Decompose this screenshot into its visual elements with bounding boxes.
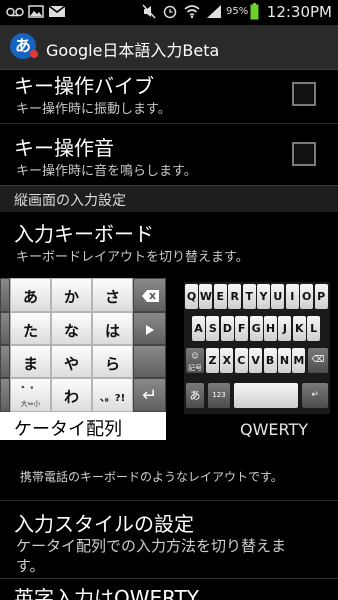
keyboard-key: D [220,316,234,341]
keyboard-key: O [300,284,314,309]
keyboard-key: 、。?! [92,378,133,412]
status-bar: 95% 12:30PM [0,0,338,25]
setting-title: キー操作バイブ [14,74,154,98]
keyboard-key: X [220,348,234,373]
setting-title: キー操作音 [14,136,114,160]
keyboard-key: U [271,284,285,309]
setting-summary: キー操作時に音を鳴らします。 [16,164,197,179]
keyboard-key: I [285,284,299,309]
arrow-right-icon [146,325,154,335]
keyboard-key [0,378,10,412]
keyboard-key: あ [10,278,51,312]
battery-percent: 95% [226,6,249,17]
keyboard-key: F [235,316,249,341]
mute-icon [142,4,156,19]
clock: 12:30PM [266,3,332,21]
symbol-key: ☺ 記号 [186,348,204,373]
image-icon [28,5,44,18]
app-title: Google日本語入力Beta [46,41,220,60]
keyboard-key: ま [10,345,51,378]
gmail-icon [48,5,66,17]
setting-key-vibrate[interactable]: キー操作バイブ キー操作時に振動します。 [0,70,338,122]
setting-summary: キー操作時に振動します。 [16,102,171,117]
qwerty-keyboard-option[interactable]: ☺ 記号 あ 123 ↵ Q W E R T Y U I O P A S D F G H J K L Z X C V B N M ⌫ [184,282,330,414]
keyboard-key: P [314,284,328,309]
backspace-icon [142,290,159,302]
backspace-key: ⌫ [308,348,328,373]
cursor-right-key [133,312,166,345]
section-header-portrait: 縦画面の入力設定 [0,185,338,212]
keyboard-key: T [242,284,256,309]
keyboard-key: S [206,316,220,341]
keyboard-key: V [249,348,263,373]
flick-caption: ケータイ配列 [14,419,122,440]
setting-alpha-qwerty[interactable]: 英字入力はQWERTY [0,580,338,600]
space-key [234,383,298,408]
keyboard-key: は [92,312,133,345]
keyboard-key: Z [206,348,219,373]
setting-summary: ケータイ配列での入力方法を切り替えま す。 [16,537,287,575]
flick-keyboard-option[interactable]: あ か さ た な は ま や ら ゛゜ 大⇔小 わ 、。?! ↵ [0,278,166,412]
keyboard-key: K [292,316,306,341]
keyboard-key: Q [185,284,198,309]
space-key [133,345,166,378]
enter-icon: ↵ [141,385,158,406]
keyboard-key: B [263,348,277,373]
setting-input-style[interactable]: 入力スタイルの設定 ケータイ配列での入力方法を切り替えま す。 [0,502,338,576]
setting-summary: キーボードレイアウトを切り替えます。 [16,250,249,265]
keyboard-key: J [278,316,292,341]
keyboard-key [0,312,10,345]
setting-title: 英字入力はQWERTY [14,586,200,600]
divider [0,500,338,501]
keyboard-key: な [51,312,92,345]
keyboard-key: H [264,316,277,341]
battery-icon [250,3,259,20]
keyboard-key: か [51,278,92,312]
keyboard-key: R [228,284,242,309]
keyboard-key: や [51,345,92,378]
keyboard-key [0,345,10,378]
flick-caption-box[interactable]: ケータイ配列 [0,412,166,440]
keyboard-key: W [199,284,213,309]
keyboard-key [0,278,10,312]
keyboard-key: L [307,316,321,341]
setting-key-sound[interactable]: キー操作音 キー操作時に音を鳴らします。 [0,124,338,184]
alarm-icon [163,5,177,19]
keyboard-key: Y [257,284,270,309]
vibrate-checkbox[interactable] [292,82,316,106]
section-title: 縦画面の入力設定 [14,193,126,209]
keyboard-key: E [213,284,227,309]
divider [0,578,338,579]
keyboard-key: た [10,312,51,345]
wifi-icon [184,5,200,19]
keyboard-key: G [249,316,263,341]
kana-key: あ [186,383,204,408]
keyboard-key: N [278,348,291,373]
app-icon: あ [10,33,38,59]
keyboard-key: わ [51,378,92,412]
layout-description: 携帯電話のキーボードのようなレイアウトです。 [20,470,283,484]
keyboard-key: A [192,316,205,341]
keyboard-key: ゛゜ 大⇔小 [10,378,51,412]
keyboard-key: M [292,348,306,373]
number-key: 123 [208,383,230,408]
signal-icon [207,5,221,18]
setting-title: 入力スタイルの設定 [14,512,194,536]
voicemail-icon [6,7,24,17]
enter-key: ↵ [133,378,166,412]
setting-keyboard-layout[interactable]: 入力キーボード キーボードレイアウトを切り替えます。 [0,212,338,272]
keyboard-key: C [234,348,248,373]
keyboard-key: ら [92,345,133,378]
qwerty-caption[interactable]: QWERTY [240,420,308,439]
sound-checkbox[interactable] [292,142,316,166]
keyboard-key: さ [92,278,133,312]
setting-title: 入力キーボード [14,222,154,246]
backspace-key [133,278,166,312]
enter-key: ↵ [302,383,328,408]
action-bar: あ Google日本語入力Beta [0,25,338,70]
